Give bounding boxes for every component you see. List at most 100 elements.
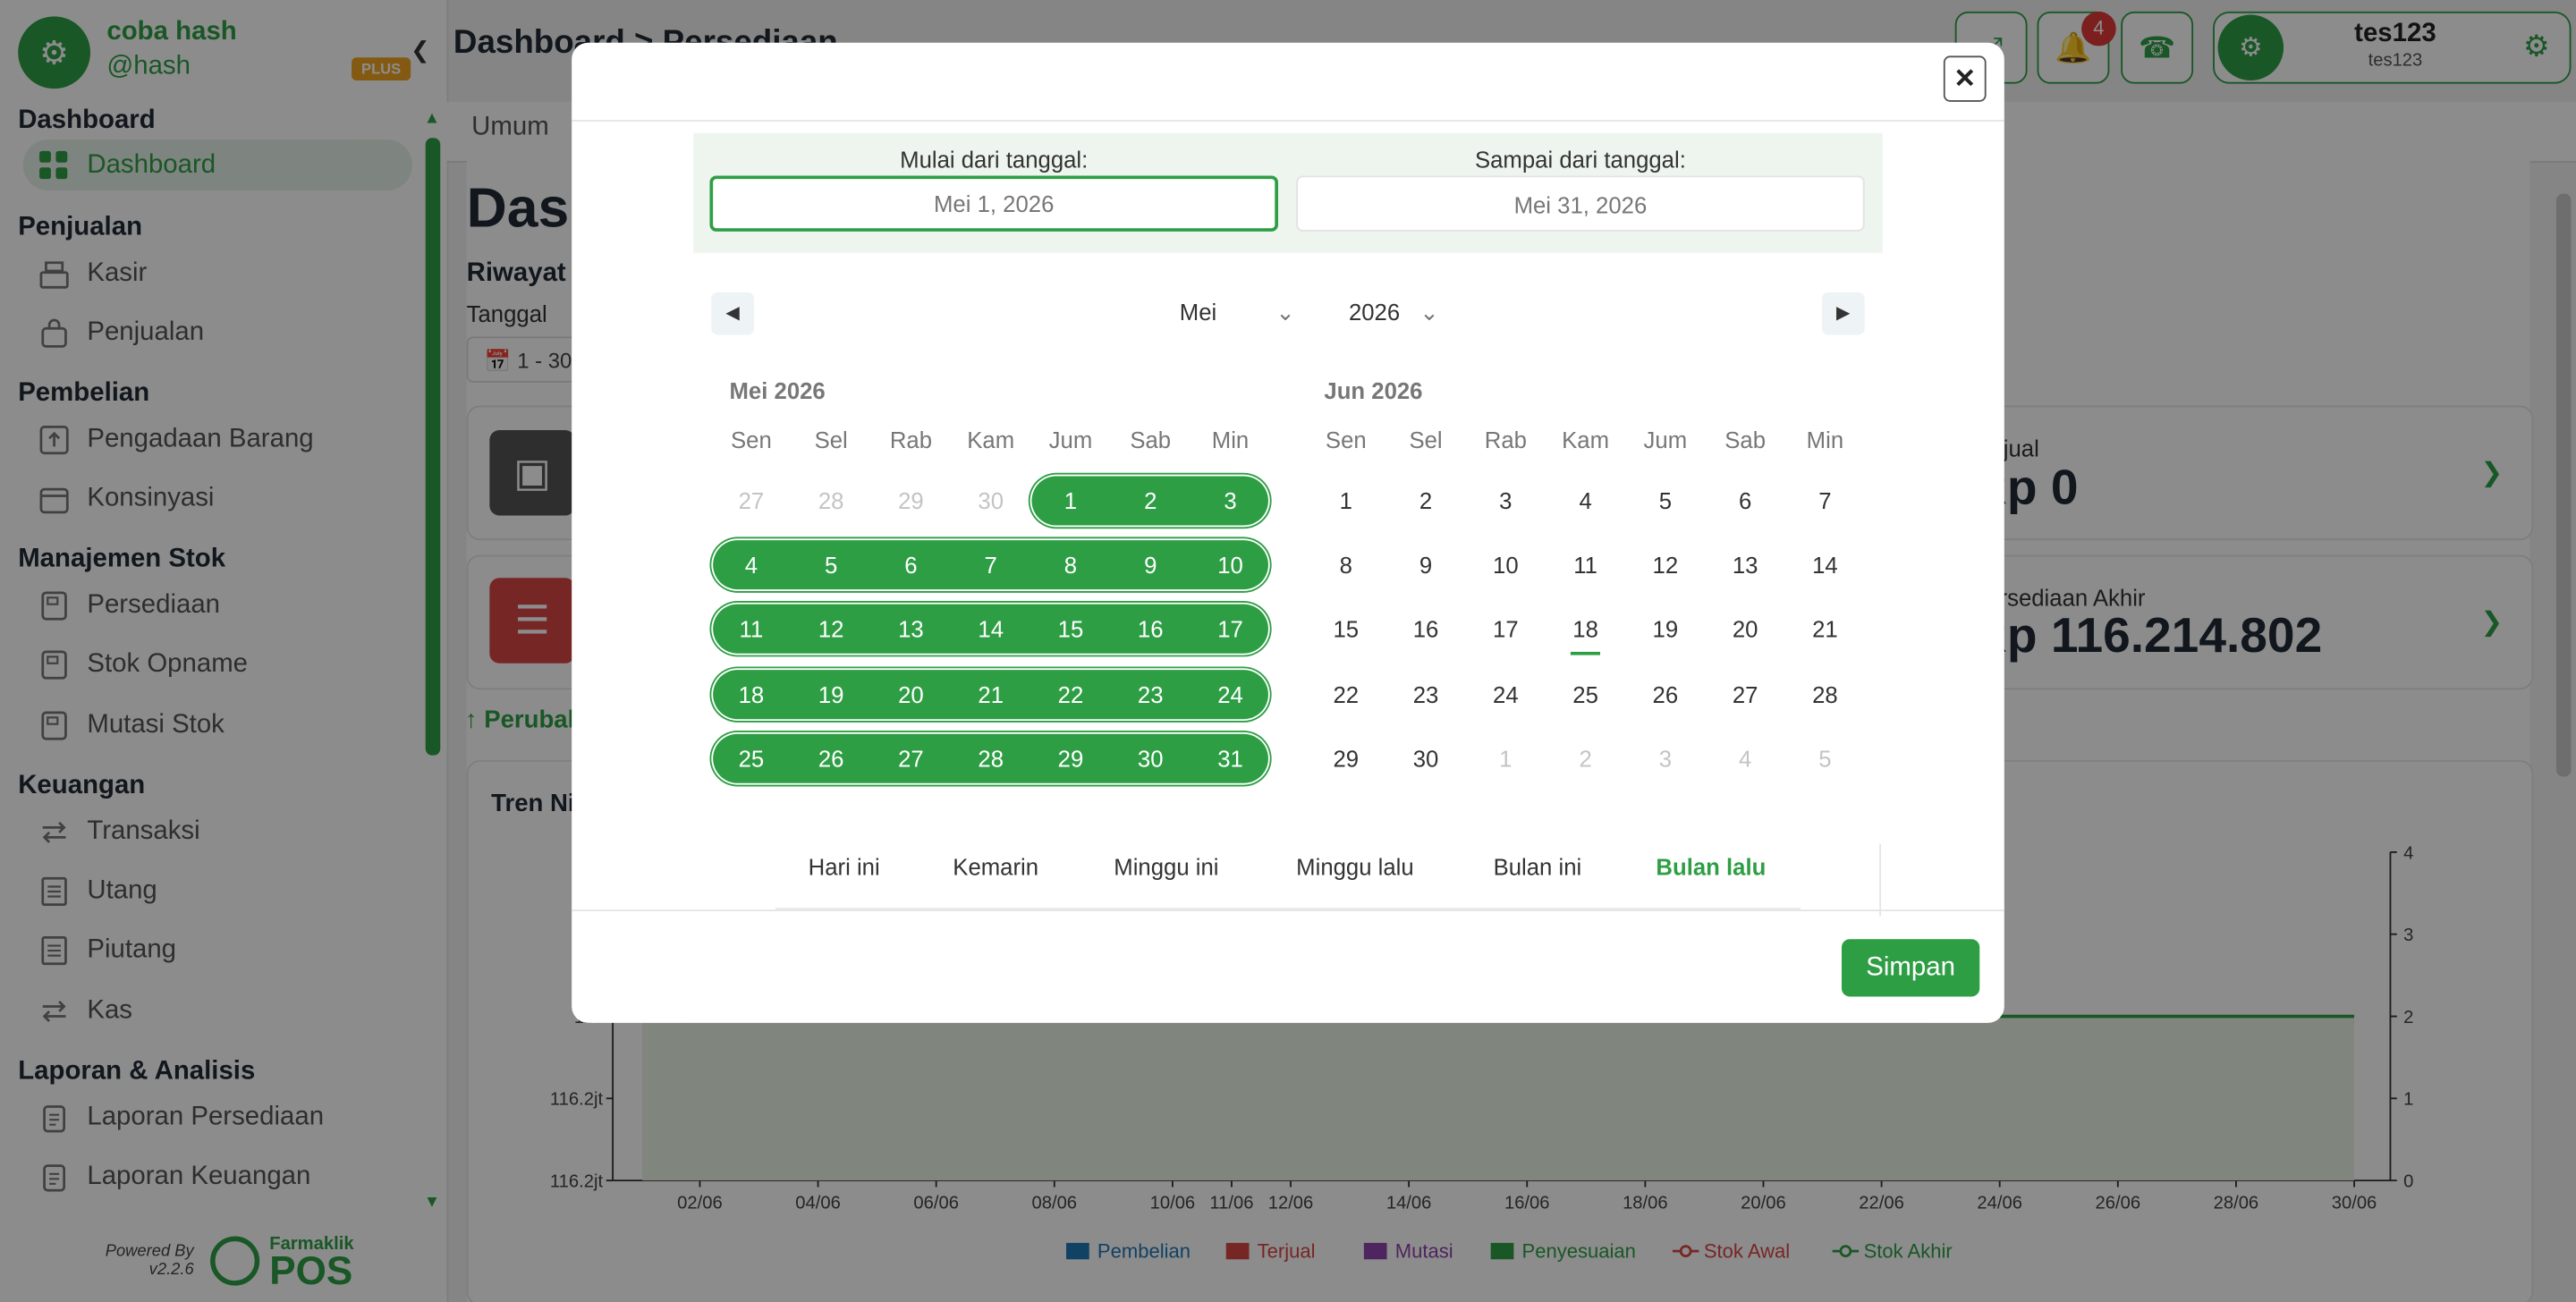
weekday-header: Rab — [1484, 427, 1527, 453]
weekday-header: Min — [1806, 427, 1844, 453]
calendar-day[interactable]: 19 — [1625, 604, 1705, 654]
calendar-day[interactable]: 10 — [1466, 540, 1546, 589]
calendar-day[interactable]: 17 — [1466, 604, 1546, 654]
calendar-day[interactable]: 2 — [1111, 476, 1191, 525]
calendar-day[interactable]: 28 — [1785, 669, 1865, 718]
next-month-button[interactable]: ▶ — [1821, 292, 1865, 335]
calendar-day[interactable]: 18 — [711, 669, 791, 718]
weekday-header: Jum — [1048, 427, 1093, 453]
calendar-day[interactable]: 16 — [1111, 604, 1191, 654]
preset-minggu-lalu[interactable]: Minggu lalu — [1296, 854, 1414, 880]
calendar-day[interactable]: 24 — [1466, 669, 1546, 718]
calendar-day[interactable]: 17 — [1191, 604, 1270, 654]
preset-label: Bulan ini — [1493, 853, 1582, 881]
calendar-day[interactable]: 4 — [1546, 476, 1625, 525]
calendar-day[interactable]: 5 — [1625, 476, 1705, 525]
calendar-day[interactable]: 31 — [1191, 733, 1270, 782]
calendar-day[interactable]: 4 — [711, 540, 791, 589]
calendar-day[interactable]: 23 — [1111, 669, 1191, 718]
weekday-header: Rab — [889, 427, 933, 453]
date-range-modal: ✕ Mulai dari tanggal: Mei 1, 2026 Sampai… — [572, 42, 2004, 1023]
preset-hari-ini[interactable]: Hari ini — [809, 854, 880, 880]
calendar-day[interactable]: 5 — [792, 540, 871, 589]
calendar-day[interactable]: 21 — [1785, 604, 1865, 654]
calendar-day[interactable]: 7 — [1785, 476, 1865, 525]
calendar-day: 1 — [1499, 745, 1513, 772]
preset-label: Minggu lalu — [1296, 853, 1414, 881]
calendar-day[interactable]: 16 — [1385, 604, 1465, 654]
calendar-day[interactable]: 25 — [1546, 669, 1625, 718]
chevron-down-icon: ⌄ — [1275, 299, 1295, 326]
weekday-header: Sel — [1409, 427, 1443, 453]
calendar-day[interactable]: 30 — [1385, 733, 1465, 782]
calendar-day[interactable]: 18 — [1546, 604, 1625, 656]
month-select[interactable]: Mei ⌄ — [1180, 299, 1295, 326]
calendar-day[interactable]: 15 — [1030, 604, 1110, 654]
calendar-day: 2 — [1579, 745, 1592, 772]
calendar-day: 4 — [1738, 745, 1752, 772]
calendar-day[interactable]: 12 — [792, 604, 871, 654]
calendar-day: 28 — [818, 487, 844, 514]
calendar-day[interactable]: 8 — [1030, 540, 1110, 589]
calendar-day[interactable]: 29 — [1306, 733, 1385, 782]
calendar-day[interactable]: 1 — [1306, 476, 1385, 525]
calendar-day[interactable]: 14 — [1785, 540, 1865, 589]
calendar-day[interactable]: 22 — [1030, 669, 1110, 718]
calendar-day[interactable]: 3 — [1191, 476, 1270, 525]
calendar-day[interactable]: 9 — [1385, 540, 1465, 589]
month-select-value: Mei — [1179, 299, 1217, 326]
end-date-input[interactable]: Mei 31, 2026 — [1296, 175, 1865, 232]
calendar-day[interactable]: 26 — [1625, 669, 1705, 718]
calendar-day[interactable]: 8 — [1306, 540, 1385, 589]
calendar-day[interactable]: 3 — [1466, 476, 1546, 525]
preset-minggu-ini[interactable]: Minggu ini — [1114, 854, 1218, 880]
month-title: Jun 2026 — [1324, 377, 1423, 404]
calendar-day[interactable]: 11 — [711, 604, 791, 654]
calendar-day[interactable]: 22 — [1306, 669, 1385, 718]
preset-label: Minggu ini — [1114, 853, 1219, 881]
calendar-day[interactable]: 12 — [1625, 540, 1705, 589]
calendar-day[interactable]: 10 — [1191, 540, 1270, 589]
calendar-day[interactable]: 30 — [1111, 733, 1191, 782]
calendar-day[interactable]: 15 — [1306, 604, 1385, 654]
caret-right-icon: ▶ — [1836, 303, 1851, 324]
calendar-day[interactable]: 26 — [792, 733, 871, 782]
weekday-header: Jum — [1643, 427, 1688, 453]
save-button[interactable]: Simpan — [1841, 939, 1980, 997]
calendar-day[interactable]: 21 — [951, 669, 1030, 718]
caret-left-icon: ◀ — [725, 303, 740, 324]
calendar-day[interactable]: 24 — [1191, 669, 1270, 718]
calendar-day[interactable]: 27 — [871, 733, 951, 782]
calendar-day[interactable]: 9 — [1111, 540, 1191, 589]
divider — [572, 909, 2004, 912]
calendar-day[interactable]: 19 — [792, 669, 871, 718]
calendar-day[interactable]: 13 — [1706, 540, 1785, 589]
calendar-day[interactable]: 20 — [871, 669, 951, 718]
calendar-day[interactable]: 2 — [1385, 476, 1465, 525]
calendar-day[interactable]: 6 — [871, 540, 951, 589]
calendar-day[interactable]: 11 — [1546, 540, 1625, 589]
calendar-day[interactable]: 29 — [1030, 733, 1110, 782]
weekday-header: Kam — [1562, 427, 1610, 453]
weekday-header: Sel — [814, 427, 848, 453]
calendar-day[interactable]: 6 — [1706, 476, 1785, 525]
divider — [1879, 843, 1882, 917]
prev-month-button[interactable]: ◀ — [711, 292, 755, 335]
calendar-day[interactable]: 28 — [951, 733, 1030, 782]
calendar-day[interactable]: 14 — [951, 604, 1030, 654]
close-button[interactable]: ✕ — [1943, 55, 1987, 102]
calendar-day[interactable]: 13 — [871, 604, 951, 654]
preset-bulan-lalu[interactable]: Bulan lalu — [1656, 854, 1766, 880]
year-select[interactable]: 2026 ⌄ — [1349, 299, 1439, 326]
calendar-day[interactable]: 23 — [1385, 669, 1465, 718]
calendar-day[interactable]: 25 — [711, 733, 791, 782]
calendar-day[interactable]: 7 — [951, 540, 1030, 589]
preset-kemarin[interactable]: Kemarin — [953, 854, 1038, 880]
start-date-input[interactable]: Mei 1, 2026 — [709, 175, 1278, 232]
calendar-day[interactable]: 1 — [1030, 476, 1110, 525]
calendar-day[interactable]: 27 — [1706, 669, 1785, 718]
close-icon: ✕ — [1953, 65, 1977, 94]
calendar-day[interactable]: 20 — [1706, 604, 1785, 654]
range-inputs: Mulai dari tanggal: Mei 1, 2026 Sampai d… — [693, 132, 1883, 253]
preset-bulan-ini[interactable]: Bulan ini — [1494, 854, 1582, 880]
